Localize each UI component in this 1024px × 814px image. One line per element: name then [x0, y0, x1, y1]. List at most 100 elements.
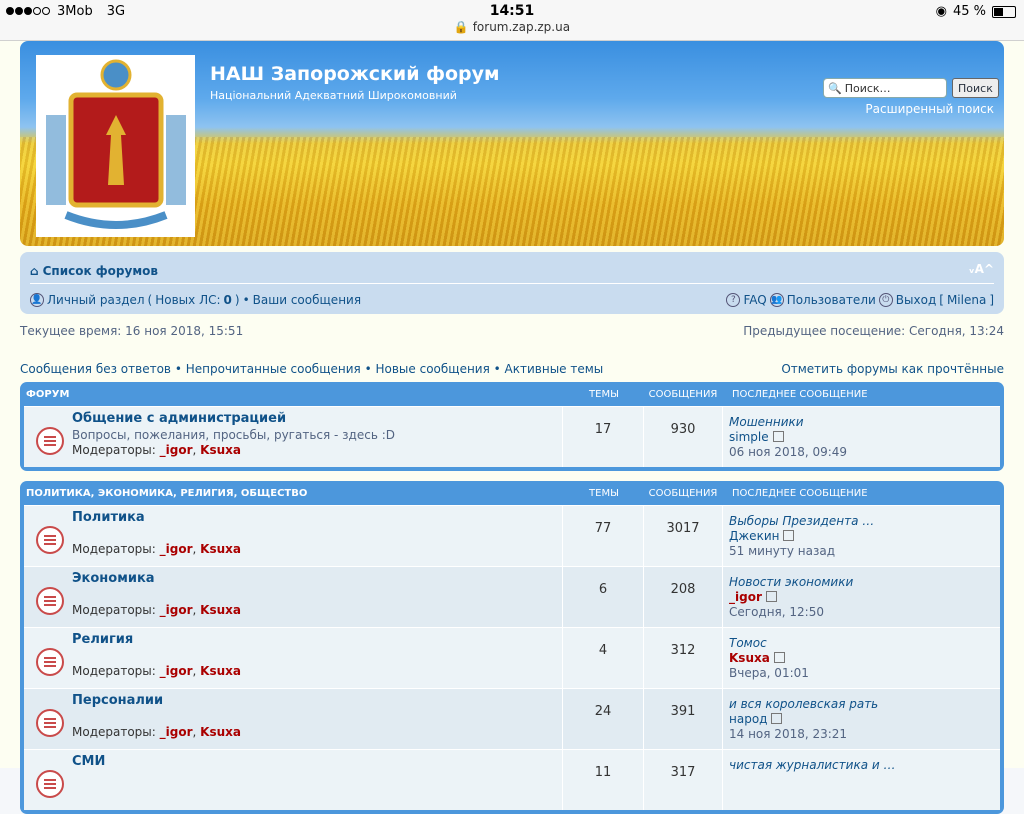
posts-count: 317: [643, 750, 722, 810]
last-post-author[interactable]: народ: [729, 712, 1000, 726]
forum-read-icon: [36, 526, 64, 554]
forum-section: ПОЛИТИКА, ЭКОНОМИКА, РЕЛИГИЯ, ОБЩЕСТВО Т…: [20, 481, 1004, 814]
address-bar[interactable]: 🔒 forum.zap.zp.ua: [0, 20, 1024, 34]
last-post-date: 51 минуту назад: [729, 544, 1000, 558]
last-post: Мошенники simple 06 ноя 2018, 09:49: [722, 407, 1000, 467]
topics-count: 77: [562, 506, 643, 566]
last-post-title[interactable]: и вся королевская рать: [729, 697, 1000, 711]
last-post: Выборы Президента … Джекин 51 минуту наз…: [722, 506, 1000, 566]
search-button[interactable]: Поиск: [952, 78, 999, 98]
new-pm-count[interactable]: 0: [224, 293, 232, 307]
last-post: Томос Ksuxa Вчера, 01:01: [722, 628, 1000, 688]
forum-row: Экономика Модераторы: _igor, Ksuxa 6 208…: [24, 566, 1000, 627]
section-header: ПОЛИТИКА, ЭКОНОМИКА, РЕЛИГИЯ, ОБЩЕСТВО Т…: [24, 481, 1000, 505]
forum-list-link[interactable]: Список форумов: [43, 264, 158, 278]
forum-section: ФОРУМ ТЕМЫ СООБЩЕНИЯ ПОСЛЕДНЕЕ СООБЩЕНИЕ…: [20, 382, 1004, 471]
forum-row: Религия Модераторы: _igor, Ksuxa 4 312 Т…: [24, 627, 1000, 688]
new-pm-label[interactable]: Новых ЛС:: [155, 293, 220, 307]
topics-count: 11: [562, 750, 643, 810]
forum-name[interactable]: СМИ: [72, 754, 105, 769]
moderators: Модераторы: _igor, Ksuxa: [72, 725, 241, 739]
personal-link[interactable]: Личный раздел: [47, 293, 145, 307]
topics-count: 4: [562, 628, 643, 688]
time-bar: Текущее время: 16 ноя 2018, 15:51 Предыд…: [20, 324, 1004, 342]
users-link[interactable]: Пользователи: [787, 293, 876, 307]
last-post: чистая журналистика и …: [722, 750, 1000, 810]
goto-last-post-icon[interactable]: [773, 431, 784, 442]
forum-name[interactable]: Религия: [72, 632, 133, 647]
search-box: 🔍Поиск… Поиск: [823, 78, 999, 98]
last-post-author[interactable]: simple: [729, 430, 1000, 444]
forum-read-icon: [36, 587, 64, 615]
search-icon: 🔍: [828, 82, 842, 95]
forum-row: Политика Модераторы: _igor, Ksuxa 77 301…: [24, 505, 1000, 566]
last-post-date: 06 ноя 2018, 09:49: [729, 445, 1000, 459]
last-post-title[interactable]: Выборы Президента …: [729, 514, 1000, 528]
moderator-link[interactable]: _igor: [160, 603, 193, 617]
coat-of-arms-logo[interactable]: [36, 55, 195, 237]
mark-read-link[interactable]: Отметить форумы как прочтённые: [781, 362, 1004, 376]
moderator-link[interactable]: Ksuxa: [200, 603, 241, 617]
forum-row: Общение с администрацией Вопросы, пожела…: [24, 406, 1000, 467]
font-size-toggle[interactable]: ᵥA^: [969, 262, 994, 276]
forum-name[interactable]: Персоналии: [72, 693, 163, 708]
forum-read-icon: [36, 648, 64, 676]
site-title[interactable]: НАШ Запорожский форум: [210, 63, 500, 85]
posts-count: 391: [643, 689, 722, 749]
your-posts-link[interactable]: Ваши сообщения: [253, 293, 361, 307]
col-posts: СООБЩЕНИЯ: [644, 389, 722, 400]
username[interactable]: Milena: [947, 293, 986, 307]
col-topics: ТЕМЫ: [564, 488, 644, 499]
last-post-author[interactable]: _igor: [729, 590, 1000, 604]
site-subtitle: Національний Адекватний Широкомовний: [210, 89, 457, 102]
forum-name[interactable]: Экономика: [72, 571, 155, 586]
moderator-link[interactable]: Ksuxa: [200, 443, 241, 457]
moderator-link[interactable]: _igor: [160, 725, 193, 739]
moderator-link[interactable]: Ksuxa: [200, 542, 241, 556]
last-post-title[interactable]: Мошенники: [729, 415, 1000, 429]
forum-row: Персоналии Модераторы: _igor, Ksuxa 24 3…: [24, 688, 1000, 749]
advanced-search-link[interactable]: Расширенный поиск: [865, 102, 994, 116]
section-title[interactable]: ФОРУМ: [24, 389, 564, 400]
posts-count: 312: [643, 628, 722, 688]
unread-link[interactable]: Непрочитанные сообщения: [186, 362, 361, 376]
lock-icon: 🔒: [454, 20, 473, 34]
unanswered-link[interactable]: Сообщения без ответов: [20, 362, 171, 376]
goto-last-post-icon[interactable]: [783, 530, 794, 541]
last-post-author[interactable]: Ksuxa: [729, 651, 1000, 665]
rotation-lock-icon: ◉: [936, 4, 947, 19]
last-post-title[interactable]: чистая журналистика и …: [729, 758, 1000, 772]
faq-icon: ?: [726, 293, 740, 307]
last-post-author[interactable]: Джекин: [729, 529, 1000, 543]
forum-read-icon: [36, 427, 64, 455]
topics-count: 24: [562, 689, 643, 749]
moderator-link[interactable]: Ksuxa: [200, 664, 241, 678]
last-post-title[interactable]: Томос: [729, 636, 1000, 650]
topics-count: 6: [562, 567, 643, 627]
forum-name[interactable]: Политика: [72, 510, 145, 525]
faq-link[interactable]: FAQ: [743, 293, 766, 307]
users-icon: 👥: [770, 293, 784, 307]
last-post: и вся королевская рать народ 14 ноя 2018…: [722, 689, 1000, 749]
section-title[interactable]: ПОЛИТИКА, ЭКОНОМИКА, РЕЛИГИЯ, ОБЩЕСТВО: [24, 488, 564, 499]
quick-links: Сообщения без ответов • Непрочитанные со…: [20, 362, 1004, 380]
moderators: Модераторы: _igor, Ksuxa: [72, 664, 241, 678]
goto-last-post-icon[interactable]: [766, 591, 777, 602]
goto-last-post-icon[interactable]: [771, 713, 782, 724]
logout-link[interactable]: Выход: [896, 293, 936, 307]
moderator-link[interactable]: _igor: [160, 443, 193, 457]
moderator-link[interactable]: Ksuxa: [200, 725, 241, 739]
moderators: Модераторы: _igor, Ksuxa: [72, 603, 241, 617]
power-icon: ⏻: [879, 293, 893, 307]
battery-icon: [992, 6, 1016, 18]
last-post-title[interactable]: Новости экономики: [729, 575, 1000, 589]
goto-last-post-icon[interactable]: [774, 652, 785, 663]
search-input[interactable]: 🔍Поиск…: [823, 78, 947, 98]
active-topics-link[interactable]: Активные темы: [505, 362, 604, 376]
moderator-link[interactable]: _igor: [160, 664, 193, 678]
forum-name[interactable]: Общение с администрацией: [72, 411, 286, 426]
new-posts-link[interactable]: Новые сообщения: [375, 362, 489, 376]
moderator-link[interactable]: _igor: [160, 542, 193, 556]
previous-visit: Предыдущее посещение: Сегодня, 13:24: [743, 324, 1004, 338]
col-last-post: ПОСЛЕДНЕЕ СООБЩЕНИЕ: [722, 389, 1000, 400]
